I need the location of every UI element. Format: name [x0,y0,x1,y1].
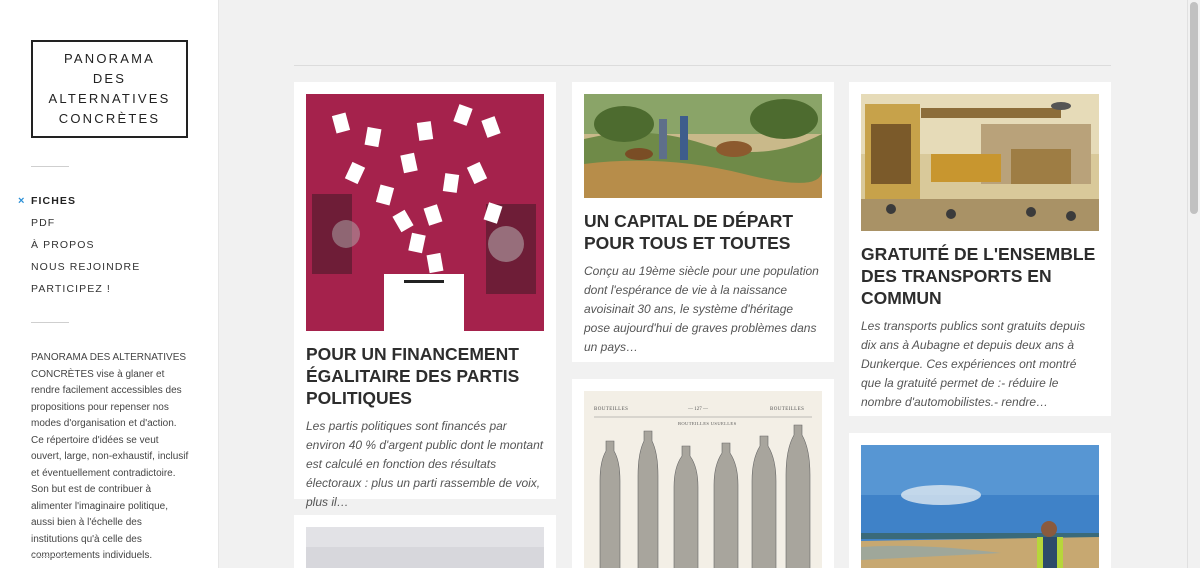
nav-item-nous-rejoindre[interactable]: NOUS REJOINDRE [31,256,140,278]
card-grey-photo[interactable] [294,515,556,568]
card-capital-depart[interactable]: UN CAPITAL DE DÉPART POUR TOUS ET TOUTES… [572,82,834,362]
card-image[interactable] [306,94,544,331]
sidebar: PANORAMA DES ALTERNATIVES CONCRÈTES × FI… [0,0,219,568]
nav-item-label: PARTICIPEZ ! [31,283,111,295]
beach-photo [861,445,1099,568]
nav-item-label: FICHES [31,195,77,207]
nav-item-participez[interactable]: PARTICIPEZ ! [31,278,140,300]
logo-line: ALTERNATIVES [48,91,171,106]
card-image[interactable]: BOUTEILLES — 127 — BOUTEILLES BOUTEILLES… [584,391,822,568]
site-description: PANORAMA DES ALTERNATIVES CONCRÈTES vise… [31,352,189,561]
active-marker-icon: × [18,195,26,207]
card-gratuite-transports[interactable]: GRATUITÉ DE L'ENSEMBLE DES TRANSPORTS EN… [849,82,1111,416]
logo-line: PANORAMA [63,51,156,66]
ballot-box-illustration [306,94,544,331]
card-excerpt: Les partis politiques sont financés par … [306,419,544,509]
site-logo[interactable]: PANORAMA DES ALTERNATIVES CONCRÈTES [31,40,188,138]
logo-line: DES [92,71,127,86]
card-bottles[interactable]: BOUTEILLES — 127 — BOUTEILLES BOUTEILLES… [572,379,834,568]
bottles-caption-right: BOUTEILLES [770,407,805,412]
card-title[interactable]: POUR UN FINANCEMENT ÉGALITAIRE DES PARTI… [306,343,544,409]
nav-item-label: NOUS REJOINDRE [31,261,141,273]
logo-line: CONCRÈTES [58,111,161,126]
nav-item-fiches[interactable]: × FICHES [18,190,140,212]
bottles-caption-center: — 127 — [688,407,708,412]
divider [31,166,69,167]
nav-item-pdf[interactable]: PDF [31,212,140,234]
page-scrollbar[interactable] [1187,0,1200,568]
card-image[interactable] [584,94,822,198]
scrollbar-thumb[interactable] [1190,2,1198,214]
main-nav: × FICHES PDF À PROPOS NOUS REJOINDRE PAR… [18,190,140,300]
card-title[interactable]: UN CAPITAL DE DÉPART POUR TOUS ET TOUTES [584,210,822,254]
bottles-caption-sub: BOUTEILLES USUELLES [678,421,737,426]
grey-photo [306,527,544,568]
bottles-engraving [584,391,822,568]
card-image[interactable] [861,94,1099,231]
card-image[interactable] [306,527,544,568]
nav-item-a-propos[interactable]: À PROPOS [31,234,140,256]
divider [31,556,69,557]
card-title[interactable]: GRATUITÉ DE L'ENSEMBLE DES TRANSPORTS EN… [861,243,1099,309]
card-image[interactable] [861,445,1099,568]
content-top-rule [294,65,1111,66]
card-excerpt: Conçu au 19ème siècle pour une populatio… [584,264,819,354]
hunting-scene-illustration [584,94,822,198]
bottles-caption-left: BOUTEILLES [594,407,629,412]
divider [31,322,69,323]
nav-item-label: À PROPOS [31,239,95,251]
card-beach-photo[interactable] [849,433,1111,568]
card-excerpt: Les transports publics sont gratuits dep… [861,319,1086,409]
card-financement-partis[interactable]: POUR UN FINANCEMENT ÉGALITAIRE DES PARTI… [294,82,556,509]
nav-item-label: PDF [31,217,56,229]
futuristic-city-illustration [861,94,1099,231]
